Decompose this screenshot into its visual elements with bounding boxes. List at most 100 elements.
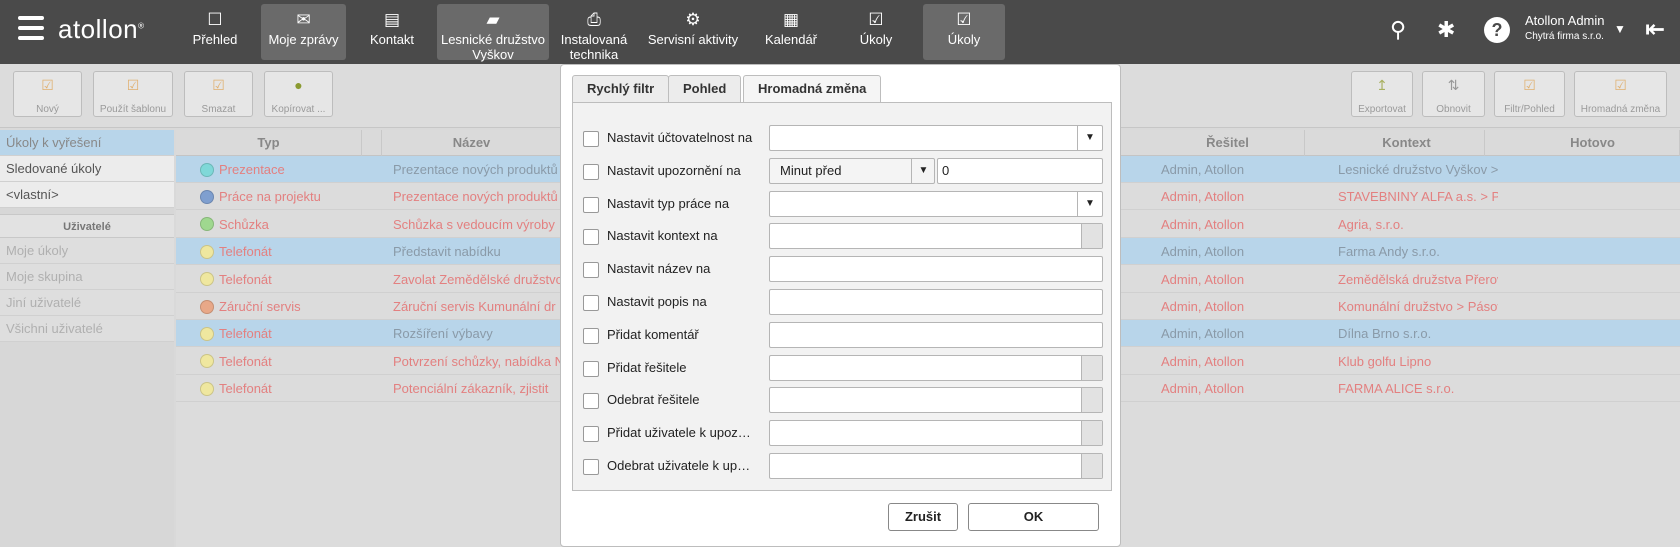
picker-button[interactable] (1081, 454, 1102, 478)
use-template-button[interactable]: ☑ Použít šablonu (93, 71, 173, 117)
task-type-color-icon (200, 272, 214, 287)
new-button[interactable]: ☑ Nový (13, 71, 82, 117)
nav-lesnicke-druzstvo[interactable]: ▰ Lesnické družstvo Vyškov (437, 4, 549, 62)
field-checkbox[interactable] (583, 163, 599, 180)
field-checkbox[interactable] (583, 459, 599, 475)
field-label: Nastavit účtovatelnost na (607, 130, 753, 145)
field-checkbox[interactable] (583, 196, 599, 213)
nav-instalovana-technika[interactable]: ⎙ Instalovaná technika (556, 4, 632, 62)
contact-icon: ▤ (383, 10, 401, 29)
cell-solver: Admin, Atollon (1161, 244, 1245, 260)
column-header-context[interactable]: Kontext (1329, 130, 1485, 156)
field-checkbox[interactable] (583, 229, 599, 246)
cell-name: Prezentace nových produktů (393, 162, 558, 177)
logout-icon[interactable]: ⇤ (1645, 15, 1665, 44)
filter-tasks-to-solve[interactable]: Úkoly k vyřešení (0, 130, 174, 156)
field-picker[interactable] (769, 420, 1103, 447)
filter-view-button[interactable]: ☑ Filtr/Pohled (1494, 71, 1565, 117)
picker-button[interactable] (1081, 355, 1102, 380)
field-text-input[interactable] (769, 256, 1103, 283)
tab-view[interactable]: Pohled (668, 75, 742, 103)
nav-ukoly[interactable]: ☑ Úkoly (848, 4, 904, 60)
filter-all-users[interactable]: Všichni uživatelé (0, 316, 174, 342)
column-header-done[interactable]: Hotovo (1506, 130, 1680, 156)
service-icon: ⚙ (685, 10, 701, 29)
messages-icon: ✉ (296, 10, 311, 29)
task-type-color-icon (200, 189, 214, 204)
filter-other-users[interactable]: Jiní uživatelé (0, 290, 174, 316)
user-menu-caret-icon[interactable]: ▼ (1614, 22, 1626, 36)
nav-servisni-aktivity[interactable]: ⚙ Servisní aktivity (644, 4, 742, 60)
reminder-value-input[interactable]: 0 (937, 157, 1103, 184)
overview-icon: ☐ (207, 10, 223, 29)
filter-watched-tasks[interactable]: Sledované úkoly (0, 156, 174, 182)
field-checkbox[interactable] (583, 327, 599, 344)
column-header-name[interactable]: Název (382, 130, 562, 156)
cancel-button[interactable]: Zrušit (888, 503, 958, 531)
chevron-down-icon[interactable]: ▼ (1077, 126, 1102, 150)
task-type-color-icon (200, 299, 214, 314)
atollon-logo[interactable]: atollon® (58, 14, 145, 45)
tab-bulk-change[interactable]: Hromadná změna (743, 75, 882, 104)
field-checkbox[interactable] (583, 295, 599, 311)
column-header-type[interactable]: Typ (176, 130, 362, 156)
bulk-change-button[interactable]: ☑ Hromadná změna (1574, 71, 1667, 117)
nav-moje-zpravy[interactable]: ✉ Moje zprávy (261, 4, 346, 60)
nav-ukoly-active[interactable]: ☑ Úkoly (923, 4, 1005, 60)
search-icon[interactable]: ⚲ (1390, 17, 1406, 43)
field-text-input[interactable] (769, 289, 1103, 315)
field-text-input[interactable] (769, 321, 1103, 348)
picker-button[interactable] (1081, 421, 1102, 446)
delete-button[interactable]: ☑ Smazat (184, 71, 253, 117)
field-checkbox[interactable] (583, 131, 599, 147)
help-icon[interactable]: ? (1484, 17, 1510, 43)
field-picker[interactable] (769, 453, 1103, 479)
settings-tools-icon[interactable]: ✱ (1437, 17, 1455, 43)
field-checkbox[interactable] (583, 426, 599, 443)
form-row: Nastavit upozornění na Minut před ▼ 0 (573, 157, 1113, 184)
printer-icon: ⎙ (587, 10, 601, 29)
cell-solver: Admin, Atollon (1161, 162, 1245, 177)
export-icon: ↥ (1376, 77, 1388, 93)
export-button[interactable]: ↥ Exportovat (1351, 71, 1413, 117)
user-menu[interactable]: Atollon Admin Chytrá firma s.r.o. (1525, 13, 1605, 42)
tab-quick-filter[interactable]: Rychlý filtr (572, 75, 670, 103)
field-checkbox[interactable] (583, 360, 599, 377)
field-label: Nastavit upozornění na (607, 162, 741, 178)
form-row: Nastavit název na (573, 256, 1113, 283)
column-header-solver[interactable]: Řešitel (1151, 130, 1305, 156)
field-checkbox[interactable] (583, 393, 599, 410)
cell-solver: Admin, Atollon (1161, 216, 1245, 232)
nav-prehled[interactable]: ☐ Přehled (184, 4, 246, 60)
folder-icon: ▰ (486, 10, 500, 29)
filter-custom[interactable]: <vlastní> (0, 182, 174, 208)
cell-type: Prezentace (200, 156, 380, 183)
field-picker[interactable] (769, 387, 1103, 414)
field-checkbox[interactable] (583, 262, 599, 279)
nav-kalendar[interactable]: ▦ Kalendář (756, 4, 826, 60)
field-select[interactable] (769, 190, 1103, 217)
copy-icon: ● (294, 77, 303, 93)
chevron-down-icon[interactable]: ▼ (911, 158, 935, 183)
field-picker[interactable] (769, 354, 1103, 381)
cell-name: Zavolat Zemědělské družstvo (393, 271, 563, 287)
filter-my-tasks[interactable]: Moje úkoly (0, 238, 174, 264)
nav-kontakt[interactable]: ▤ Kontakt (362, 4, 422, 60)
chevron-down-icon[interactable]: ▼ (1077, 191, 1102, 216)
refresh-button[interactable]: ⇅ Obnovit (1422, 71, 1485, 117)
cell-solver: Admin, Atollon (1161, 271, 1245, 287)
field-picker[interactable] (769, 223, 1103, 250)
cell-type: Telefonát (200, 348, 380, 375)
picker-button[interactable] (1081, 224, 1102, 249)
filter-my-group[interactable]: Moje skupina (0, 264, 174, 290)
copy-button[interactable]: ● Kopírovat ... (264, 71, 333, 117)
cell-context: STAVEBNINY ALFA a.s. > Proc (1338, 189, 1498, 205)
cell-type: Schůzka (200, 211, 380, 238)
field-select[interactable] (769, 125, 1103, 151)
picker-button[interactable] (1081, 388, 1102, 413)
form-row: Přidat uživatele k upozorn... (573, 420, 1113, 447)
hamburger-menu-icon[interactable] (18, 16, 44, 42)
ok-button[interactable]: OK (968, 503, 1099, 531)
cell-type: Telefonát (200, 375, 380, 402)
cell-name: Rozšíření výbavy (393, 326, 493, 342)
